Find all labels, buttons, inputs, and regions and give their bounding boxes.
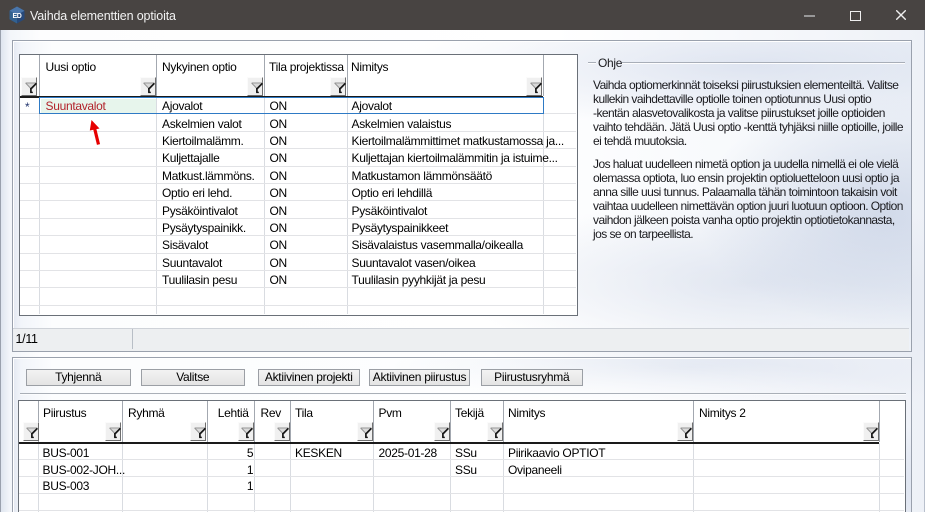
- svg-text:ED: ED: [12, 13, 21, 20]
